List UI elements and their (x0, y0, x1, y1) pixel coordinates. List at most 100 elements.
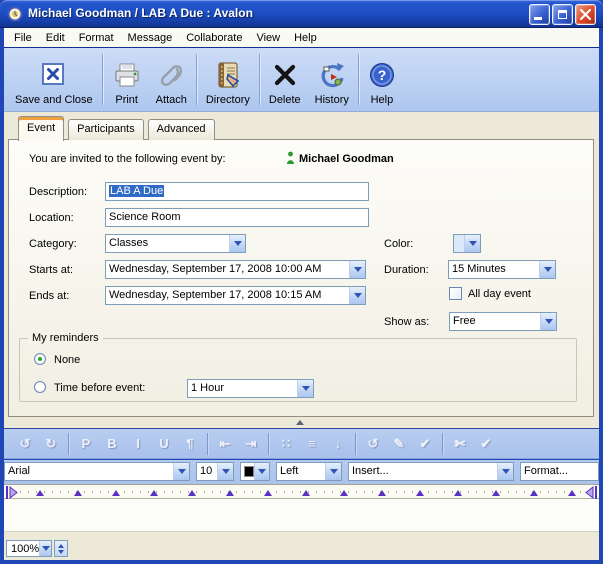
tab-participants[interactable]: Participants (68, 119, 143, 140)
person-icon (286, 151, 295, 168)
starts-at-select[interactable]: Wednesday, September 17, 2008 10:00 AM (105, 260, 366, 279)
chevron-down-icon (217, 463, 233, 480)
menu-collaborate[interactable]: Collaborate (179, 30, 249, 46)
tab-event[interactable]: Event (18, 116, 64, 141)
main-toolbar: Save and Close Print Attach (4, 48, 599, 112)
toolbar-button-label: Print (115, 94, 138, 106)
tab-stop-marker[interactable] (150, 490, 158, 496)
chevron-down-icon (173, 463, 189, 480)
toolbar-button-label: Delete (269, 94, 301, 106)
tab-stop-marker[interactable] (302, 490, 310, 496)
minimize-button[interactable] (529, 4, 550, 25)
splitter-handle[interactable] (296, 420, 304, 425)
color-select[interactable] (453, 234, 481, 253)
menu-edit[interactable]: Edit (39, 30, 72, 46)
print-button[interactable]: Print (105, 50, 149, 109)
message-body-editor[interactable] (4, 499, 599, 531)
font-bar: Arial 10 Left Insert... Format... (4, 460, 599, 484)
ends-at-label: Ends at: (29, 290, 69, 302)
insert-break-icon: ↓ (326, 434, 350, 454)
my-reminders-legend: My reminders (28, 332, 103, 344)
attach-button[interactable]: Attach (149, 50, 194, 109)
tab-stop-marker[interactable] (568, 490, 576, 496)
menu-help[interactable]: Help (287, 30, 324, 46)
location-label: Location: (29, 212, 74, 224)
tab-stop-marker[interactable] (340, 490, 348, 496)
duration-select[interactable]: 15 Minutes (448, 260, 556, 279)
tab-stop-marker[interactable] (416, 490, 424, 496)
reminder-time-radio[interactable] (34, 381, 46, 393)
undo-icon: ↺ (13, 434, 37, 454)
bold-icon: B (100, 434, 124, 454)
save-and-close-button[interactable]: Save and Close (8, 50, 100, 109)
edit-marks-icon: ✄ (448, 434, 472, 454)
toolbar-separator (355, 433, 356, 455)
paperclip-icon (157, 58, 185, 92)
menu-bar: File Edit Format Message Collaborate Vie… (4, 28, 599, 48)
toolbar-separator (259, 54, 260, 105)
tab-stop-marker[interactable] (226, 490, 234, 496)
chevron-down-icon (325, 463, 341, 480)
chevron-down-icon (349, 261, 365, 278)
font-size-select[interactable]: 10 (196, 462, 234, 481)
menu-message[interactable]: Message (121, 30, 180, 46)
zoom-spinner[interactable] (54, 540, 68, 557)
toolbar-separator (207, 433, 208, 455)
category-select[interactable]: Classes (105, 234, 246, 253)
plain-text-icon: P (74, 434, 98, 454)
alignment-select[interactable]: Left (276, 462, 342, 481)
zoom-control[interactable]: 100% (6, 540, 52, 557)
window-controls (529, 4, 596, 25)
chevron-down-icon (464, 235, 480, 252)
insert-rule-icon: ≡ (300, 434, 324, 454)
delete-x-icon (272, 58, 298, 92)
tab-stop-marker[interactable] (188, 490, 196, 496)
tab-stop-marker[interactable] (264, 490, 272, 496)
menu-view[interactable]: View (249, 30, 287, 46)
ruler[interactable] (4, 484, 599, 499)
save-and-close-icon (40, 58, 68, 92)
close-button[interactable] (575, 4, 596, 25)
reminder-none-radio[interactable] (34, 353, 46, 365)
svg-text:?: ? (378, 67, 387, 83)
color-label: Color: (384, 238, 413, 250)
format-select[interactable]: Format... (520, 462, 599, 481)
delete-button[interactable]: Delete (262, 50, 308, 109)
show-as-label: Show as: (384, 316, 429, 328)
menu-format[interactable]: Format (72, 30, 121, 46)
tab-stop-marker[interactable] (112, 490, 120, 496)
address-book-icon (213, 58, 243, 92)
insert-list-icon: ∷ (274, 434, 298, 454)
tab-stop-marker[interactable] (74, 490, 82, 496)
font-select[interactable]: Arial (4, 462, 190, 481)
tab-stop-marker[interactable] (36, 490, 44, 496)
chevron-down-icon (349, 287, 365, 304)
location-input[interactable]: Science Room (105, 208, 369, 227)
tab-advanced[interactable]: Advanced (148, 119, 215, 140)
reminder-time-select[interactable]: 1 Hour (187, 379, 314, 398)
ends-at-select[interactable]: Wednesday, September 17, 2008 10:15 AM (105, 286, 366, 305)
tab-stop-marker[interactable] (492, 490, 500, 496)
category-label: Category: (29, 238, 77, 250)
reminder-none-label: None (54, 354, 80, 366)
tab-stop-marker[interactable] (530, 490, 538, 496)
toolbar-button-label: Directory (206, 94, 250, 106)
help-button[interactable]: ? Help (361, 50, 403, 109)
maximize-button[interactable] (552, 4, 573, 25)
tab-stop-marker[interactable] (378, 490, 386, 496)
window-icon (7, 6, 23, 25)
underline-icon: U (152, 434, 176, 454)
history-button[interactable]: History (308, 50, 356, 109)
description-input[interactable]: LAB A Due (105, 182, 369, 201)
tab-stop-marker[interactable] (454, 490, 462, 496)
toolbar-separator (68, 433, 69, 455)
event-workarea: Event Participants Advanced You are invi… (4, 112, 599, 428)
menu-file[interactable]: File (7, 30, 39, 46)
insert-select[interactable]: Insert... (348, 462, 514, 481)
selected-text: LAB A Due (109, 185, 164, 197)
font-color-select[interactable] (240, 462, 270, 481)
toolbar-button-label: History (315, 94, 349, 106)
directory-button[interactable]: Directory (199, 50, 257, 109)
show-as-select[interactable]: Free (449, 312, 557, 331)
all-day-checkbox[interactable] (449, 287, 462, 300)
